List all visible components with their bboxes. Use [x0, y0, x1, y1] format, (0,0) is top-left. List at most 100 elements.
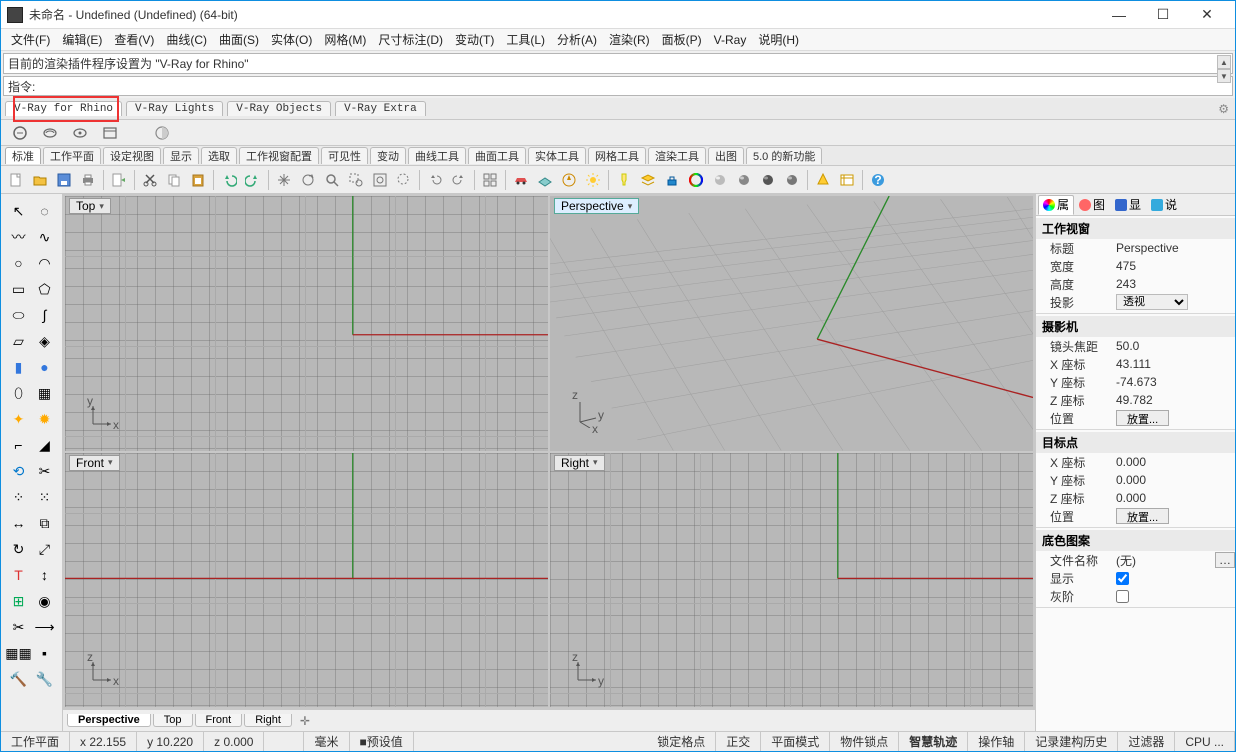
sphere1-icon[interactable] — [709, 169, 731, 191]
close-button[interactable]: ✕ — [1185, 1, 1229, 29]
menu-tools[interactable]: 工具(L) — [500, 29, 551, 50]
menu-dimension[interactable]: 尺寸标注(D) — [372, 29, 449, 50]
viewport-right[interactable]: Right▾ y z — [550, 453, 1033, 708]
menu-transform[interactable]: 变动(T) — [449, 29, 500, 50]
sphere4-icon[interactable] — [781, 169, 803, 191]
browse-button[interactable]: … — [1215, 552, 1235, 568]
menu-surface[interactable]: 曲面(S) — [213, 29, 265, 50]
sb-preset[interactable]: ■预设值 — [350, 732, 414, 751]
gray-checkbox[interactable] — [1116, 590, 1129, 603]
cat-transform[interactable]: 变动 — [370, 147, 406, 164]
text-icon[interactable]: T — [6, 562, 32, 588]
cplane-icon[interactable] — [534, 169, 556, 191]
move-icon[interactable]: ↔ — [6, 510, 32, 536]
menu-view[interactable]: 查看(V) — [108, 29, 160, 50]
menu-mesh[interactable]: 网格(M) — [318, 29, 372, 50]
polyline-icon[interactable]: 〰 — [6, 224, 32, 250]
rotate2-icon[interactable]: ↻ — [6, 536, 32, 562]
sb-record[interactable]: 记录建构历史 — [1025, 732, 1118, 751]
arrow-icon[interactable]: ↖ — [6, 198, 32, 224]
history-scroll-down-icon[interactable]: ▼ — [1217, 69, 1231, 83]
sb-ortho[interactable]: 正交 — [716, 732, 761, 751]
import-icon[interactable] — [108, 169, 130, 191]
menu-vray[interactable]: V-Ray — [708, 31, 753, 49]
points-icon[interactable]: ⁘ — [6, 484, 32, 510]
cat-new[interactable]: 5.0 的新功能 — [746, 147, 822, 164]
command-input[interactable] — [39, 79, 1228, 93]
sb-filter[interactable]: 过滤器 — [1118, 732, 1175, 751]
extend-icon[interactable]: ⟶ — [32, 614, 58, 640]
viewport-top-label[interactable]: Top▾ — [69, 198, 111, 214]
show-checkbox[interactable] — [1116, 572, 1129, 585]
copy-icon[interactable] — [163, 169, 185, 191]
sb-workplane[interactable]: 工作平面 — [1, 732, 70, 751]
undo-icon[interactable] — [218, 169, 240, 191]
dot-icon[interactable]: ◉ — [32, 588, 58, 614]
curve-icon[interactable]: ∫ — [32, 302, 58, 328]
history-scroll-up-icon[interactable]: ▲ — [1217, 55, 1231, 69]
tgt-place-button[interactable]: 放置... — [1116, 508, 1169, 524]
sb-unit[interactable]: 毫米 — [304, 732, 349, 751]
vtab-top[interactable]: Top — [153, 714, 193, 727]
sb-snap[interactable]: 锁定格点 — [647, 732, 716, 751]
circle-icon[interactable]: ○ — [6, 250, 32, 276]
cat-surftools[interactable]: 曲面工具 — [468, 147, 526, 164]
star-icon[interactable]: ✦ — [6, 406, 32, 432]
pyramid-icon[interactable] — [812, 169, 834, 191]
ellipse-icon[interactable]: ⬭ — [6, 302, 32, 328]
minimize-button[interactable]: — — [1097, 1, 1141, 29]
menu-help[interactable]: 说明(H) — [752, 29, 805, 50]
chamfer-icon[interactable]: ◢ — [32, 432, 58, 458]
sb-cpu[interactable]: CPU ... — [1175, 732, 1235, 751]
paint-icon[interactable] — [661, 169, 683, 191]
vtab-front[interactable]: Front — [195, 714, 243, 727]
zoom-window-icon[interactable] — [345, 169, 367, 191]
box-icon[interactable]: ▮ — [6, 354, 32, 380]
rtab-layers[interactable]: 图 — [1074, 195, 1110, 215]
vray-options-icon[interactable] — [9, 122, 31, 144]
render-circle-icon[interactable] — [685, 169, 707, 191]
viewport-perspective-label[interactable]: Perspective▾ — [554, 198, 639, 214]
menu-render[interactable]: 渲染(R) — [603, 29, 656, 50]
vtab-perspective[interactable]: Perspective — [67, 714, 151, 727]
cat-visibility[interactable]: 可见性 — [321, 147, 368, 164]
sphere3-icon[interactable] — [757, 169, 779, 191]
vray-rtengine-icon[interactable] — [69, 122, 91, 144]
trim-icon[interactable]: ✂ — [6, 614, 32, 640]
four-view-icon[interactable] — [479, 169, 501, 191]
sb-planar[interactable]: 平面模式 — [761, 732, 830, 751]
viewport-perspective[interactable]: Perspective▾ z x y — [550, 196, 1033, 451]
viewport-right-label[interactable]: Right▾ — [554, 455, 605, 471]
tab-vray-lights[interactable]: V-Ray Lights — [126, 101, 223, 116]
explode-icon[interactable]: ✹ — [32, 406, 58, 432]
points2-icon[interactable]: ⁙ — [32, 484, 58, 510]
zoom-extents-icon[interactable] — [369, 169, 391, 191]
car-icon[interactable] — [510, 169, 532, 191]
copy2-icon[interactable]: ⧉ — [32, 510, 58, 536]
cat-setview[interactable]: 设定视图 — [103, 147, 161, 164]
properties-icon[interactable] — [836, 169, 858, 191]
polygon-icon[interactable]: ⬠ — [32, 276, 58, 302]
print-icon[interactable] — [77, 169, 99, 191]
cat-viewport[interactable]: 工作视窗配置 — [239, 147, 319, 164]
arc-icon[interactable]: ◠ — [32, 250, 58, 276]
tab-vray-extra[interactable]: V-Ray Extra — [335, 101, 426, 116]
hammer-icon[interactable]: 🔨 — [6, 666, 32, 692]
viewport-front[interactable]: Front▾ x z — [65, 453, 548, 708]
array-icon[interactable]: ▦▦ — [6, 640, 32, 666]
array2-icon[interactable]: ▪ — [32, 640, 58, 666]
menu-panel[interactable]: 面板(P) — [656, 29, 708, 50]
sphere2-icon[interactable] — [733, 169, 755, 191]
viewport-top[interactable]: Top▾ x y — [65, 196, 548, 451]
group-icon[interactable]: ⊞ — [6, 588, 32, 614]
sphere-tool-icon[interactable]: ● — [32, 354, 58, 380]
fillet-icon[interactable]: ⌐ — [6, 432, 32, 458]
vray-render-icon[interactable] — [39, 122, 61, 144]
rtab-properties[interactable]: 属 — [1038, 195, 1074, 215]
sb-gumball[interactable]: 操作轴 — [968, 732, 1025, 751]
cylinder-icon[interactable]: ⬯ — [6, 380, 32, 406]
maximize-button[interactable]: ☐ — [1141, 1, 1185, 29]
viewport-front-label[interactable]: Front▾ — [69, 455, 120, 471]
paste-icon[interactable] — [187, 169, 209, 191]
gear-icon[interactable]: ⚙ — [1218, 102, 1229, 116]
